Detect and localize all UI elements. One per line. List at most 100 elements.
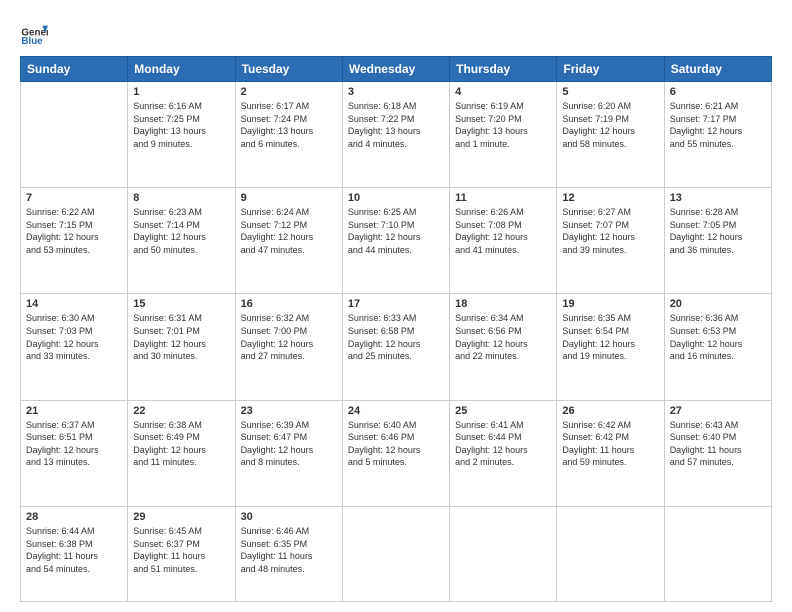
calendar-cell: 27 Sunrise: 6:43 AM Sunset: 6:40 PM Dayli… (664, 400, 771, 506)
calendar-cell: 16 Sunrise: 6:32 AM Sunset: 7:00 PM Dayli… (235, 294, 342, 400)
cell-text: Sunrise: 6:39 AM Sunset: 6:47 PM Dayligh… (241, 419, 337, 469)
calendar-cell: 13 Sunrise: 6:28 AM Sunset: 7:05 PM Dayli… (664, 188, 771, 294)
day-number: 2 (241, 86, 337, 98)
day-number: 16 (241, 298, 337, 310)
calendar-cell: 12 Sunrise: 6:27 AM Sunset: 7:07 PM Dayli… (557, 188, 664, 294)
day-number: 1 (133, 86, 229, 98)
day-number: 8 (133, 192, 229, 204)
calendar-row: 14 Sunrise: 6:30 AM Sunset: 7:03 PM Dayli… (21, 294, 772, 400)
calendar-cell: 24 Sunrise: 6:40 AM Sunset: 6:46 PM Dayli… (342, 400, 449, 506)
calendar-header-row: SundayMondayTuesdayWednesdayThursdayFrid… (21, 57, 772, 82)
day-number: 9 (241, 192, 337, 204)
weekday-header: Tuesday (235, 57, 342, 82)
day-number: 14 (26, 298, 122, 310)
calendar-cell: 23 Sunrise: 6:39 AM Sunset: 6:47 PM Dayli… (235, 400, 342, 506)
calendar-cell: 11 Sunrise: 6:26 AM Sunset: 7:08 PM Dayli… (450, 188, 557, 294)
cell-text: Sunrise: 6:35 AM Sunset: 6:54 PM Dayligh… (562, 312, 658, 362)
calendar-cell (342, 506, 449, 601)
cell-text: Sunrise: 6:46 AM Sunset: 6:35 PM Dayligh… (241, 525, 337, 575)
day-number: 11 (455, 192, 551, 204)
cell-text: Sunrise: 6:21 AM Sunset: 7:17 PM Dayligh… (670, 100, 766, 150)
calendar-cell: 1 Sunrise: 6:16 AM Sunset: 7:25 PM Daylig… (128, 82, 235, 188)
calendar-table: SundayMondayTuesdayWednesdayThursdayFrid… (20, 56, 772, 602)
cell-text: Sunrise: 6:26 AM Sunset: 7:08 PM Dayligh… (455, 206, 551, 256)
weekday-header: Saturday (664, 57, 771, 82)
cell-text: Sunrise: 6:25 AM Sunset: 7:10 PM Dayligh… (348, 206, 444, 256)
cell-text: Sunrise: 6:30 AM Sunset: 7:03 PM Dayligh… (26, 312, 122, 362)
day-number: 27 (670, 405, 766, 417)
day-number: 12 (562, 192, 658, 204)
cell-text: Sunrise: 6:28 AM Sunset: 7:05 PM Dayligh… (670, 206, 766, 256)
weekday-header: Sunday (21, 57, 128, 82)
day-number: 4 (455, 86, 551, 98)
cell-text: Sunrise: 6:31 AM Sunset: 7:01 PM Dayligh… (133, 312, 229, 362)
weekday-header: Thursday (450, 57, 557, 82)
calendar-row: 7 Sunrise: 6:22 AM Sunset: 7:15 PM Daylig… (21, 188, 772, 294)
day-number: 18 (455, 298, 551, 310)
day-number: 5 (562, 86, 658, 98)
weekday-header: Friday (557, 57, 664, 82)
cell-text: Sunrise: 6:16 AM Sunset: 7:25 PM Dayligh… (133, 100, 229, 150)
day-number: 23 (241, 405, 337, 417)
calendar-cell: 10Sunrise: 6:25 AM Sunset: 7:10 PM Dayli… (342, 188, 449, 294)
day-number: 25 (455, 405, 551, 417)
day-number: 15 (133, 298, 229, 310)
calendar-cell: 17 Sunrise: 6:33 AM Sunset: 6:58 PM Dayli… (342, 294, 449, 400)
day-number: 22 (133, 405, 229, 417)
calendar-cell: 2Sunrise: 6:17 AM Sunset: 7:24 PM Daylig… (235, 82, 342, 188)
cell-text: Sunrise: 6:32 AM Sunset: 7:00 PM Dayligh… (241, 312, 337, 362)
calendar-cell (21, 82, 128, 188)
calendar-cell: 8Sunrise: 6:23 AM Sunset: 7:14 PM Daylig… (128, 188, 235, 294)
calendar-cell: 30 Sunrise: 6:46 AM Sunset: 6:35 PM Dayli… (235, 506, 342, 601)
weekday-header: Monday (128, 57, 235, 82)
cell-text: Sunrise: 6:18 AM Sunset: 7:22 PM Dayligh… (348, 100, 444, 150)
cell-text: Sunrise: 6:24 AM Sunset: 7:12 PM Dayligh… (241, 206, 337, 256)
day-number: 20 (670, 298, 766, 310)
day-number: 17 (348, 298, 444, 310)
calendar-cell: 28Sunrise: 6:44 AM Sunset: 6:38 PM Dayli… (21, 506, 128, 601)
day-number: 7 (26, 192, 122, 204)
svg-text:Blue: Blue (21, 36, 43, 47)
calendar-row: 21 Sunrise: 6:37 AM Sunset: 6:51 PM Dayli… (21, 400, 772, 506)
cell-text: Sunrise: 6:40 AM Sunset: 6:46 PM Dayligh… (348, 419, 444, 469)
logo: General Blue (20, 20, 48, 48)
day-number: 13 (670, 192, 766, 204)
calendar-row: 28Sunrise: 6:44 AM Sunset: 6:38 PM Dayli… (21, 506, 772, 601)
cell-text: Sunrise: 6:27 AM Sunset: 7:07 PM Dayligh… (562, 206, 658, 256)
logo-icon: General Blue (20, 20, 48, 48)
calendar-cell: 4Sunrise: 6:19 AM Sunset: 7:20 PM Daylig… (450, 82, 557, 188)
calendar-cell: 9 Sunrise: 6:24 AM Sunset: 7:12 PM Daylig… (235, 188, 342, 294)
calendar-cell: 3Sunrise: 6:18 AM Sunset: 7:22 PM Daylig… (342, 82, 449, 188)
cell-text: Sunrise: 6:34 AM Sunset: 6:56 PM Dayligh… (455, 312, 551, 362)
cell-text: Sunrise: 6:37 AM Sunset: 6:51 PM Dayligh… (26, 419, 122, 469)
day-number: 21 (26, 405, 122, 417)
day-number: 28 (26, 511, 122, 523)
calendar-cell: 5 Sunrise: 6:20 AM Sunset: 7:19 PM Daylig… (557, 82, 664, 188)
calendar-cell: 29 Sunrise: 6:45 AM Sunset: 6:37 PM Dayli… (128, 506, 235, 601)
cell-text: Sunrise: 6:42 AM Sunset: 6:42 PM Dayligh… (562, 419, 658, 469)
calendar-cell: 22Sunrise: 6:38 AM Sunset: 6:49 PM Dayli… (128, 400, 235, 506)
cell-text: Sunrise: 6:36 AM Sunset: 6:53 PM Dayligh… (670, 312, 766, 362)
calendar-cell (450, 506, 557, 601)
day-number: 19 (562, 298, 658, 310)
cell-text: Sunrise: 6:41 AM Sunset: 6:44 PM Dayligh… (455, 419, 551, 469)
calendar-cell: 6Sunrise: 6:21 AM Sunset: 7:17 PM Daylig… (664, 82, 771, 188)
weekday-header: Wednesday (342, 57, 449, 82)
day-number: 30 (241, 511, 337, 523)
day-number: 24 (348, 405, 444, 417)
calendar-cell: 21 Sunrise: 6:37 AM Sunset: 6:51 PM Dayli… (21, 400, 128, 506)
cell-text: Sunrise: 6:20 AM Sunset: 7:19 PM Dayligh… (562, 100, 658, 150)
page: General Blue SundayMondayTuesdayWednesda… (0, 0, 792, 612)
cell-text: Sunrise: 6:22 AM Sunset: 7:15 PM Dayligh… (26, 206, 122, 256)
top-section: General Blue (20, 16, 772, 48)
cell-text: Sunrise: 6:43 AM Sunset: 6:40 PM Dayligh… (670, 419, 766, 469)
calendar-cell (557, 506, 664, 601)
day-number: 29 (133, 511, 229, 523)
calendar-cell: 7 Sunrise: 6:22 AM Sunset: 7:15 PM Daylig… (21, 188, 128, 294)
calendar-cell: 14 Sunrise: 6:30 AM Sunset: 7:03 PM Dayli… (21, 294, 128, 400)
calendar-body: 1 Sunrise: 6:16 AM Sunset: 7:25 PM Daylig… (21, 82, 772, 602)
calendar-cell: 18 Sunrise: 6:34 AM Sunset: 6:56 PM Dayli… (450, 294, 557, 400)
calendar-cell: 15 Sunrise: 6:31 AM Sunset: 7:01 PM Dayli… (128, 294, 235, 400)
cell-text: Sunrise: 6:33 AM Sunset: 6:58 PM Dayligh… (348, 312, 444, 362)
cell-text: Sunrise: 6:45 AM Sunset: 6:37 PM Dayligh… (133, 525, 229, 575)
